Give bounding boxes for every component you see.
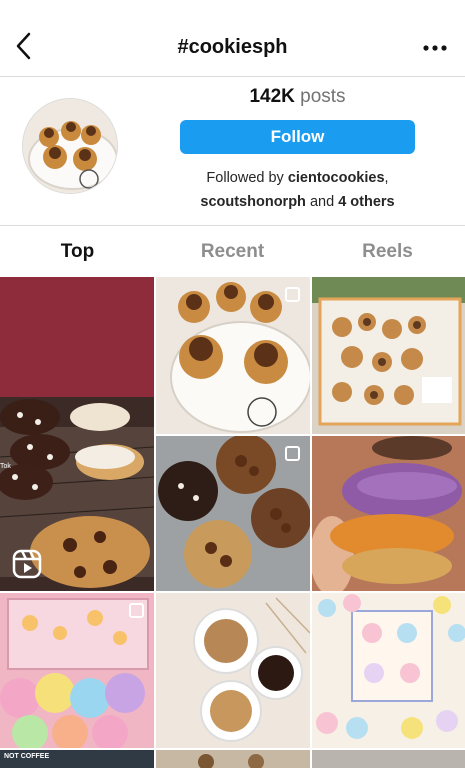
followed-by-text: Followed by cientocookies, scoutshonorph…: [180, 166, 415, 214]
hashtag-profile: 142K posts Follow Followed by cientocook…: [0, 78, 465, 226]
follower-link-2[interactable]: scoutshonorph: [200, 194, 306, 210]
post-caption-strip: NOT COFFEE: [4, 753, 50, 760]
post-tile[interactable]: [0, 593, 154, 748]
posts-count: 142K posts: [180, 86, 415, 108]
post-image: [156, 593, 310, 748]
post-tile-reel[interactable]: Tok: [0, 277, 154, 591]
more-horizontal-icon: [423, 45, 447, 51]
more-options-button[interactable]: [417, 36, 453, 60]
post-tile[interactable]: [312, 593, 465, 748]
tab-recent[interactable]: Recent: [155, 227, 310, 277]
posts-number: 142K: [249, 86, 295, 107]
follow-button[interactable]: Follow: [180, 120, 415, 154]
post-image: [312, 436, 465, 591]
content-tabs: Top Recent Reels: [0, 227, 465, 277]
post-tile[interactable]: [156, 750, 310, 768]
post-tile[interactable]: NOT COFFEE: [0, 750, 154, 768]
post-image: [312, 750, 465, 768]
multiple-posts-icon: [285, 446, 300, 461]
follower-link-1[interactable]: cientocookies: [288, 170, 385, 186]
post-tile[interactable]: [156, 593, 310, 748]
followed-others-link[interactable]: 4 others: [338, 194, 394, 210]
posts-label: posts: [300, 86, 346, 107]
multiple-posts-icon: [285, 287, 300, 302]
tiktok-watermark: Tok: [0, 463, 11, 470]
cookies-plate-avatar: [23, 99, 117, 193]
post-tile[interactable]: [156, 277, 310, 434]
page-title: #cookiesph: [177, 36, 288, 58]
post-tile[interactable]: [312, 277, 465, 434]
follower-1-part-a: ciento: [287, 170, 331, 186]
top-bar: #cookiesph: [0, 0, 465, 77]
post-tile[interactable]: [156, 436, 310, 591]
tab-top[interactable]: Top: [0, 227, 155, 277]
tab-reels[interactable]: Reels: [310, 227, 465, 277]
post-image: [312, 277, 465, 434]
post-image: [156, 750, 310, 768]
post-image: [0, 277, 154, 591]
post-tile[interactable]: [312, 750, 465, 768]
followed-separator: ,: [384, 170, 389, 186]
followed-by-prefix: Followed by: [206, 170, 284, 186]
post-grid: Tok NOT COFFEE: [0, 277, 465, 768]
post-image: [312, 593, 465, 748]
multiple-posts-icon: [129, 603, 144, 618]
follower-1-part-b: cookies: [330, 170, 385, 186]
reels-icon: [12, 549, 42, 579]
post-tile[interactable]: [312, 436, 465, 591]
hashtag-avatar: [22, 98, 118, 194]
followed-and: and: [309, 194, 335, 210]
